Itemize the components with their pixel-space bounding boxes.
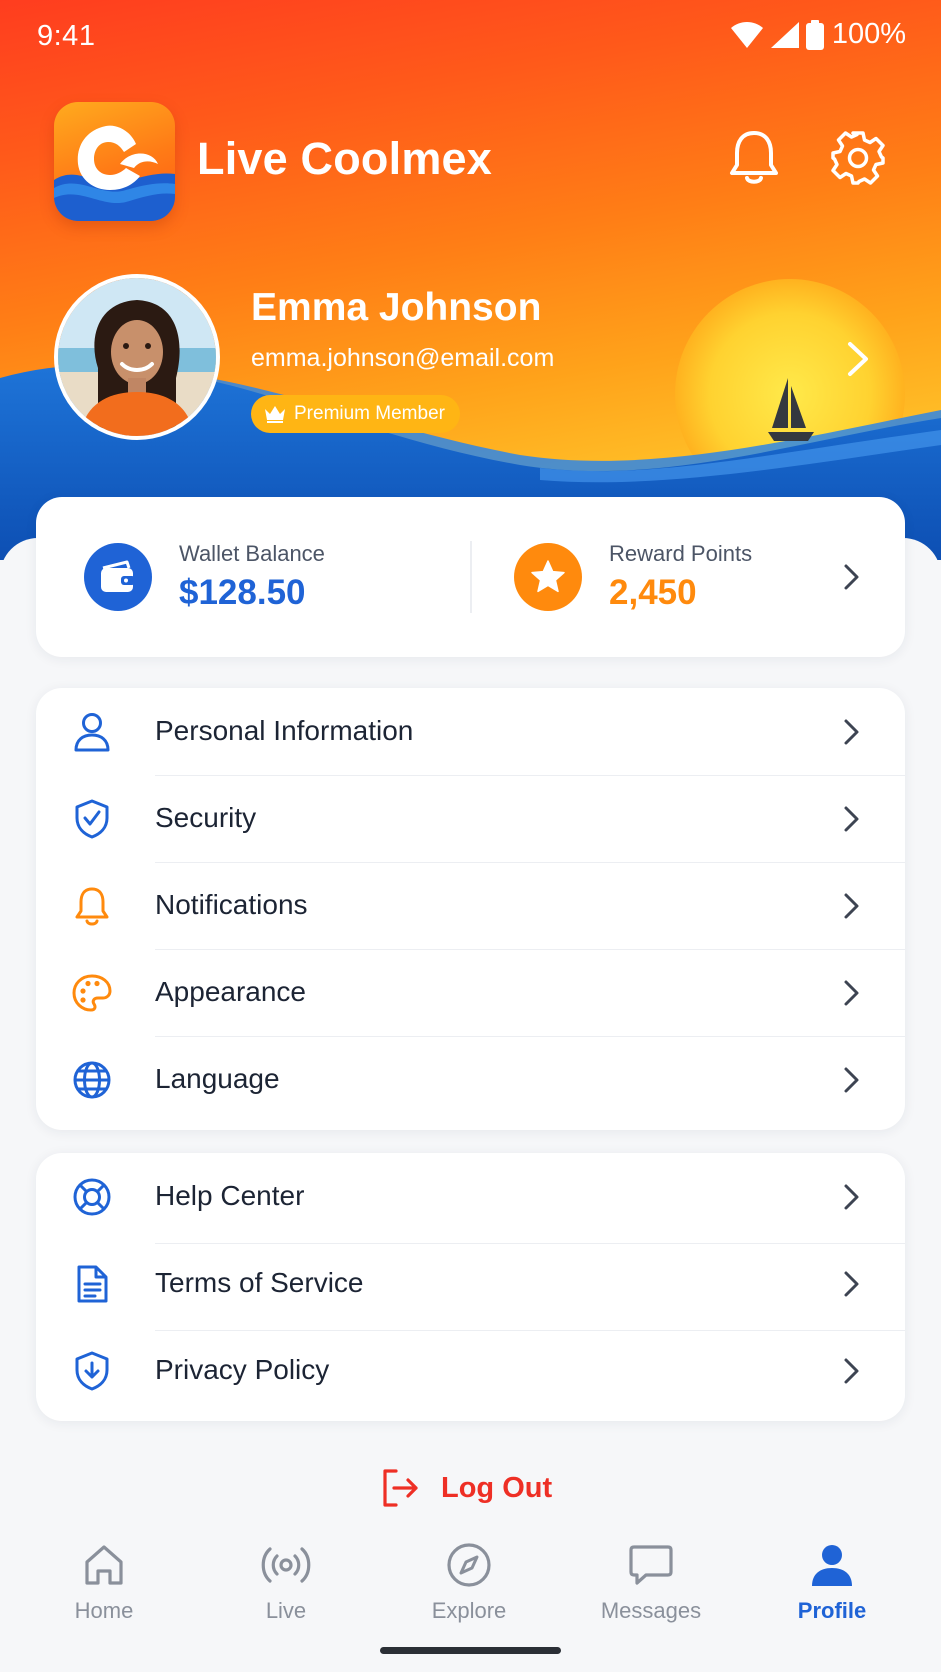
menu-item-notifications[interactable]: Notifications [36,862,905,949]
shield-icon [71,1350,113,1392]
wallet-balance-value: $128.50 [179,573,306,612]
logout-label: Log Out [441,1471,553,1504]
nav-label: Messages [600,1598,702,1623]
shield-check-icon [71,798,113,840]
status-bar: 9:41 100% [0,0,941,72]
profile-chevron-icon[interactable] [840,338,876,380]
document-icon [71,1263,113,1305]
settings-button[interactable] [826,126,890,190]
home-indicator [380,1647,561,1654]
chevron-right-icon [844,893,859,919]
chevron-right-icon [844,1271,859,1297]
battery-percentage: 100% [831,18,906,50]
wifi-icon [730,21,763,48]
premium-badge: Premium Member [251,395,460,433]
menu-item-label: Personal Information [155,715,414,746]
nav-messages[interactable]: Messages [576,1538,726,1638]
menu-item-terms-of-service[interactable]: Terms of Service [36,1240,905,1327]
wallet-chevron-icon[interactable] [840,563,862,591]
nav-profile[interactable]: Profile [757,1538,907,1638]
nav-label: Live [265,1598,307,1623]
user-icon [71,711,113,753]
profile-header-banner: 9:41 100% Live Coolmex Emma Johnson emma… [0,0,941,560]
menu-item-help-center[interactable]: Help Center [36,1153,905,1240]
menu-item-security[interactable]: Security [36,775,905,862]
badge-label: Premium Member [294,403,445,424]
menu-item-privacy-policy[interactable]: Privacy Policy [36,1327,905,1414]
wallet-balance-label: Wallet Balance [179,541,325,566]
nav-label: Home [74,1598,134,1623]
battery-icon [805,19,824,50]
chevron-right-icon [844,1067,859,1093]
wallet-card: Wallet Balance $128.50 Reward Points 2,4… [36,497,905,657]
wallet-icon [84,543,152,611]
menu-item-label: Notifications [155,889,308,920]
profile-name: Emma Johnson [251,286,542,329]
nav-label: Profile [797,1598,867,1623]
palette-icon [71,972,113,1014]
globe-icon [71,1059,113,1101]
profile-email: emma.johnson@email.com [251,344,555,372]
person-icon [810,1538,854,1592]
cellular-signal-icon [770,21,799,48]
nav-explore[interactable]: Explore [394,1538,544,1638]
menu-item-personal-information[interactable]: Personal Information [36,688,905,775]
reward-points[interactable]: Reward Points 2,450 [514,497,752,657]
menu-item-label: Help Center [155,1180,305,1211]
menu-item-label: Security [155,802,257,833]
bell-icon [730,131,778,184]
star-icon [514,543,582,611]
support-card: Help Center Terms of Service Privacy Pol… [36,1153,905,1421]
nav-live[interactable]: Live [211,1538,361,1638]
chevron-right-icon [844,1358,859,1384]
app-logo [54,102,175,221]
wallet-balance[interactable]: Wallet Balance $128.50 [84,497,325,657]
menu-item-label: Appearance [155,976,307,1007]
logout-icon [383,1469,418,1507]
broadcast-icon [261,1538,311,1592]
bell-icon [71,885,113,927]
chat-icon [628,1538,674,1592]
reward-points-label: Reward Points [609,541,753,566]
account-settings-card: Personal Information Security Notificati… [36,688,905,1130]
notifications-button[interactable] [722,126,786,190]
chevron-right-icon [844,806,859,832]
status-time: 9:41 [37,20,96,52]
reward-points-value: 2,450 [609,573,697,612]
crown-icon [265,406,285,423]
chevron-right-icon [844,980,859,1006]
gear-icon [831,131,885,185]
lifebuoy-icon [71,1176,113,1218]
menu-item-appearance[interactable]: Appearance [36,949,905,1036]
compass-icon [446,1538,492,1592]
menu-item-label: Language [155,1063,280,1094]
divider [470,541,472,613]
menu-item-label: Terms of Service [155,1267,364,1298]
nav-home[interactable]: Home [29,1538,179,1638]
nav-label: Explore [431,1598,507,1623]
chevron-right-icon [844,1184,859,1210]
chevron-right-icon [844,719,859,745]
app-title: Live Coolmex [197,133,492,184]
avatar[interactable] [54,274,220,440]
menu-item-language[interactable]: Language [36,1036,905,1123]
menu-item-label: Privacy Policy [155,1354,330,1385]
home-icon [83,1538,125,1592]
logout-button[interactable]: Log Out [379,1466,552,1510]
